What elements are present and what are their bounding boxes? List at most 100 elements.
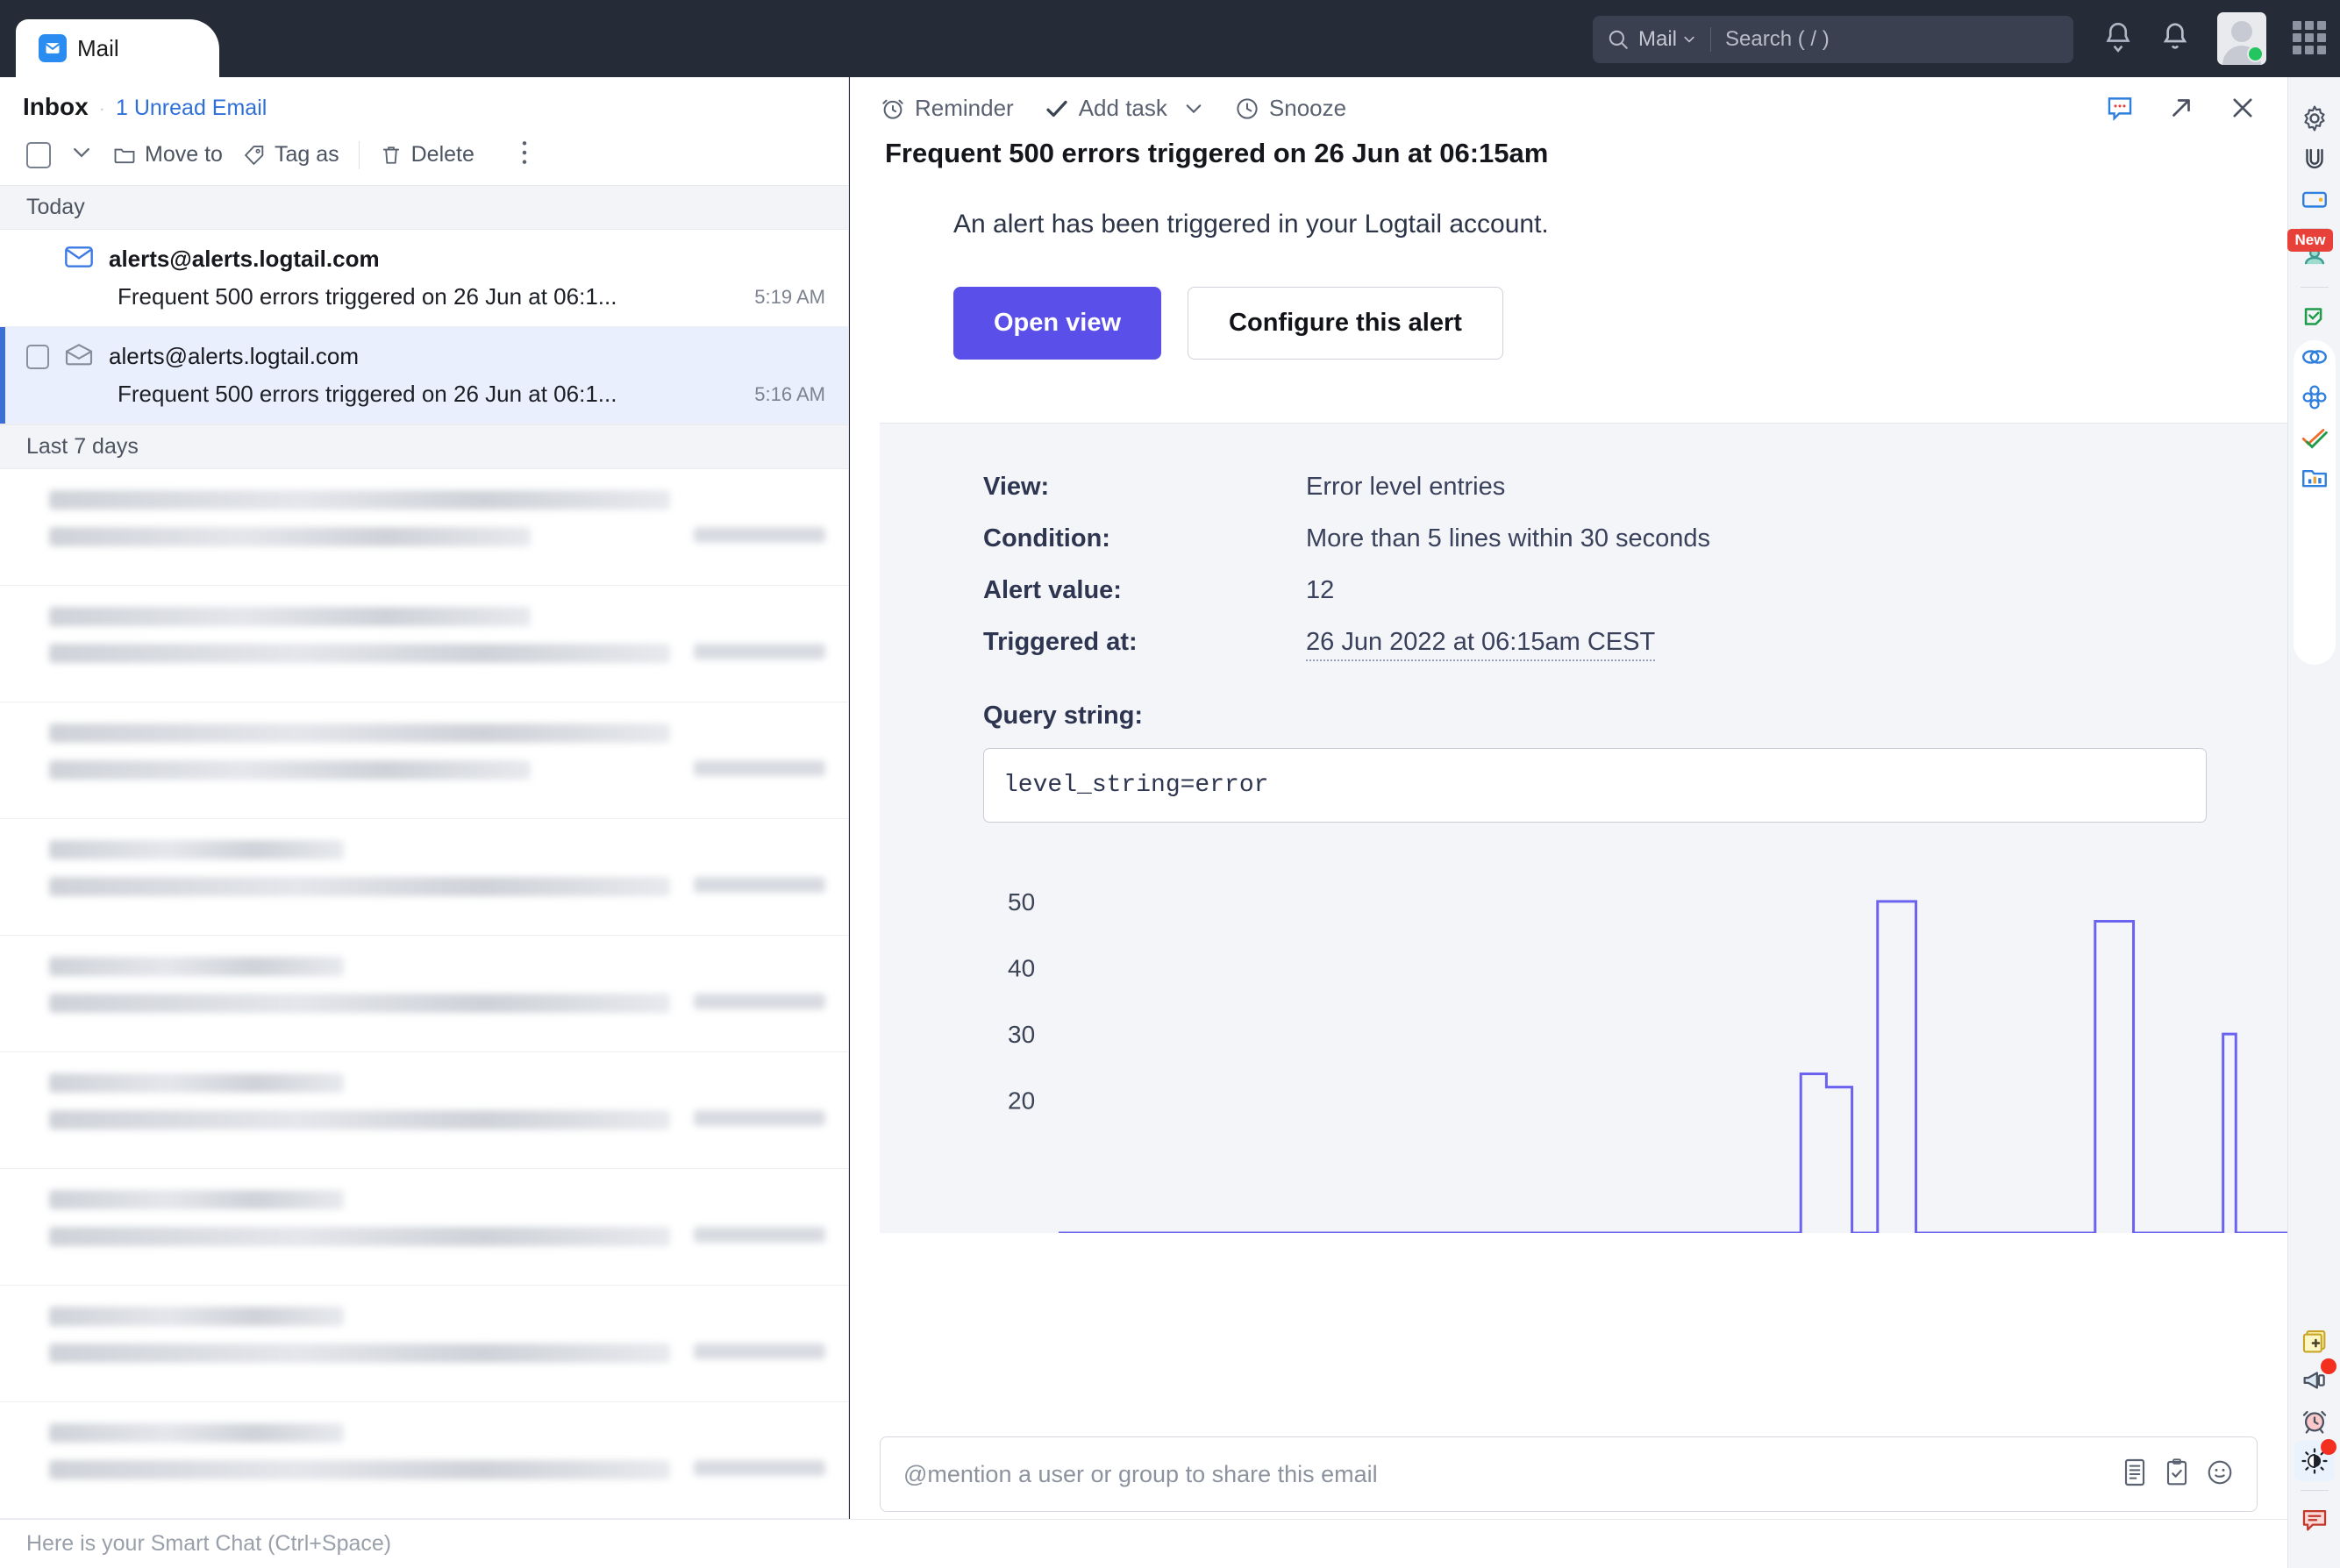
mail-row-redacted[interactable] — [0, 469, 848, 586]
paperclip-v-icon[interactable] — [2294, 139, 2335, 179]
mail-row-redacted[interactable] — [0, 819, 848, 936]
add-task-button[interactable]: Add task — [1044, 95, 1204, 122]
theme-toggle-icon[interactable] — [2294, 1439, 2336, 1481]
search-icon — [1609, 30, 1628, 49]
mail-time: 5:19 AM — [754, 285, 825, 308]
search-divider — [1710, 27, 1712, 52]
app-tab-mail[interactable]: Mail — [16, 19, 219, 77]
select-all-checkbox[interactable] — [26, 141, 51, 168]
trash-icon — [382, 146, 399, 164]
link-chain-icon[interactable] — [2294, 337, 2335, 377]
unread-count-link[interactable]: 1 Unread Email — [116, 96, 267, 121]
status-bar: Here is your Smart Chat (Ctrl+Space) — [0, 1519, 2287, 1568]
mail-row-redacted[interactable] — [0, 936, 848, 1052]
reminder-button[interactable]: Reminder — [880, 95, 1014, 122]
mail-sender: alerts@alerts.logtail.com — [109, 343, 360, 369]
snooze-button[interactable]: Snooze — [1234, 95, 1346, 122]
redacted-subject — [49, 1227, 670, 1246]
reader-toolbar: Reminder Add task Snooze — [850, 77, 2287, 122]
redacted-subject — [49, 1343, 670, 1363]
chart-ytick-label: 40 — [1008, 954, 1035, 981]
detail-value: 12 — [1306, 576, 1335, 604]
search-input[interactable]: Search ( / ) — [1725, 27, 1830, 52]
open-view-button[interactable]: Open view — [953, 287, 1162, 360]
mail-row-redacted[interactable] — [0, 1286, 848, 1402]
app-tab-label: Mail — [77, 34, 119, 61]
tag-icon — [244, 145, 264, 165]
mention-input-wrapper[interactable]: @mention a user or group to share this e… — [880, 1436, 2258, 1512]
tag-as-button[interactable]: Tag as — [242, 142, 339, 167]
open-external-icon[interactable] — [2166, 93, 2196, 127]
delete-button[interactable]: Delete — [379, 142, 474, 167]
search-scope[interactable]: Mail — [1638, 27, 1696, 52]
toolbar-divider — [358, 140, 360, 169]
rail-divider — [2300, 287, 2329, 288]
emoji-icon[interactable] — [2206, 1458, 2234, 1491]
wallet-icon[interactable] — [2294, 179, 2335, 219]
chart-canvas: 50 40 30 20 — [1008, 888, 2338, 1233]
mail-row-redacted[interactable] — [0, 1169, 848, 1286]
reading-pane: Reminder Add task Snooze Frequent 500 er… — [850, 77, 2338, 1542]
grid-cell — [2317, 33, 2326, 42]
recycle-notes-icon[interactable] — [2294, 296, 2335, 337]
redacted-sender — [49, 840, 345, 859]
redacted-time — [694, 644, 825, 659]
contacts-icon[interactable]: New — [2286, 229, 2335, 278]
mail-checkbox[interactable] — [26, 344, 49, 369]
add-task-label: Add task — [1078, 95, 1167, 121]
mail-group-header-today: Today — [0, 185, 848, 230]
rail-divider — [2300, 1490, 2329, 1491]
redacted-time — [694, 527, 825, 543]
grid-cell — [2293, 33, 2301, 42]
envelope-unread-icon — [65, 246, 93, 273]
alarm-icon — [882, 99, 903, 119]
move-to-button[interactable]: Move to — [112, 142, 223, 167]
mention-input[interactable]: @mention a user or group to share this e… — [903, 1461, 2106, 1488]
reminder-label: Reminder — [915, 95, 1014, 121]
knot-icon[interactable] — [2294, 377, 2335, 417]
mail-row-top: alerts@alerts.logtail.com — [26, 246, 825, 273]
envelope-open-icon — [65, 343, 93, 370]
email-intro-text: An alert has been triggered in your Logt… — [953, 210, 1549, 239]
task-icon[interactable] — [2164, 1458, 2190, 1491]
mail-row-unread[interactable]: alerts@alerts.logtail.com Frequent 500 e… — [0, 230, 848, 327]
mail-subject: Frequent 500 errors triggered on 26 Jun … — [118, 381, 617, 407]
chat-bubble-icon[interactable] — [2294, 1500, 2335, 1540]
redacted-time — [694, 877, 825, 893]
clock-icon — [1237, 97, 1258, 119]
mail-row-selected[interactable]: alerts@alerts.logtail.com Frequent 500 e… — [0, 327, 848, 424]
bell-icon[interactable] — [2158, 19, 2193, 59]
comment-bubble-icon[interactable] — [2105, 93, 2135, 127]
mail-row-redacted[interactable] — [0, 1052, 848, 1169]
query-string-value: level_string=error — [983, 748, 2207, 823]
configure-alert-button[interactable]: Configure this alert — [1188, 287, 1503, 360]
chevron-down-icon[interactable] — [70, 141, 93, 168]
mail-row-redacted[interactable] — [0, 1402, 848, 1519]
avatar[interactable] — [2217, 12, 2266, 65]
notifications-off-icon[interactable] — [2100, 19, 2137, 61]
alarm-clock-icon[interactable] — [2294, 1401, 2335, 1441]
checkmarks-icon[interactable] — [2294, 417, 2335, 458]
mail-group-header-last7: Last 7 days — [0, 424, 848, 469]
close-icon[interactable] — [2228, 93, 2258, 127]
redacted-sender — [49, 1423, 345, 1443]
page-title: Inbox — [23, 93, 89, 120]
unread-dot — [2320, 1358, 2336, 1374]
smart-chat-hint[interactable]: Here is your Smart Chat (Ctrl+Space) — [26, 1531, 391, 1557]
mail-row-redacted[interactable] — [0, 586, 848, 702]
folder-chart-icon[interactable] — [2294, 458, 2335, 498]
grid-cell — [2293, 21, 2301, 30]
template-icon[interactable] — [2122, 1458, 2148, 1491]
app-grid-icon[interactable] — [2293, 21, 2326, 54]
chevron-down-icon[interactable] — [1183, 98, 1204, 119]
avatar-head — [2231, 21, 2252, 42]
mail-row-bottom: Frequent 500 errors triggered on 26 Jun … — [26, 283, 825, 310]
search-bar[interactable]: Mail Search ( / ) — [1593, 16, 2073, 63]
mail-row-redacted[interactable] — [0, 702, 848, 819]
mail-subject: Frequent 500 errors triggered on 26 Jun … — [118, 283, 617, 310]
settings-gear-icon[interactable] — [2294, 98, 2335, 139]
sticky-note-add-icon[interactable] — [2294, 1320, 2335, 1360]
megaphone-icon[interactable] — [2294, 1358, 2336, 1401]
more-options-icon[interactable] — [520, 139, 529, 171]
query-string-label: Query string: — [983, 702, 1144, 730]
